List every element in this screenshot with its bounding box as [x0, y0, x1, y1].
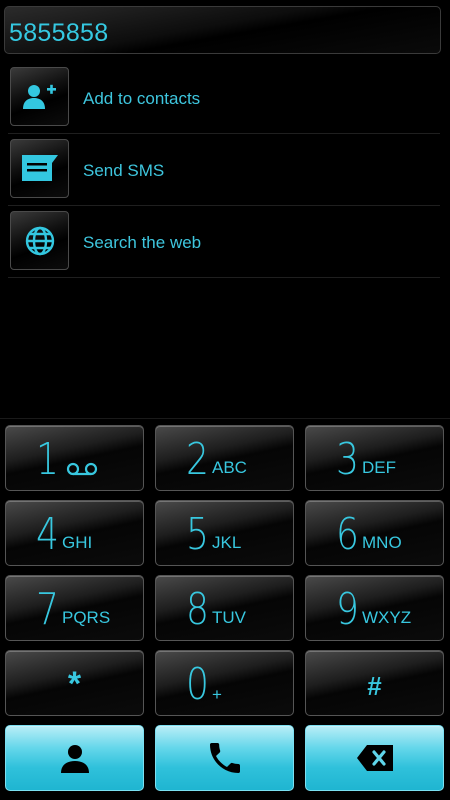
backspace-icon: [306, 726, 443, 790]
key-letters: GHI: [62, 533, 93, 552]
key-letters: WXYZ: [362, 608, 412, 627]
add-to-contacts-label: Add to contacts: [83, 89, 201, 108]
dialed-number: 5855858: [9, 19, 109, 47]
key-7[interactable]: 7 PQRS: [5, 575, 144, 641]
key-4[interactable]: 4 GHI: [5, 500, 144, 566]
key-digit: 0: [186, 659, 209, 710]
send-sms-item[interactable]: Send SMS: [8, 134, 440, 206]
key-8[interactable]: 8 TUV: [155, 575, 294, 641]
key-3[interactable]: 3 DEF: [305, 425, 444, 491]
key-letters: +: [212, 685, 222, 704]
key-star[interactable]: *: [5, 650, 144, 716]
key-letters: PQRS: [62, 608, 111, 627]
call-button[interactable]: [155, 725, 294, 791]
dialed-number-field[interactable]: 5855858: [4, 6, 441, 54]
key-digit: 3: [336, 434, 359, 485]
delete-button[interactable]: [305, 725, 444, 791]
key-digit: 4: [36, 509, 59, 560]
person-icon: [6, 726, 143, 790]
voicemail-icon: [66, 462, 98, 481]
add-contact-icon: [10, 67, 69, 126]
key-letters: DEF: [362, 458, 396, 477]
key-1[interactable]: 1: [5, 425, 144, 491]
key-digit: 2: [186, 434, 209, 485]
key-letters: ABC: [212, 458, 247, 477]
globe-icon: [10, 211, 69, 270]
key-symbol: *: [67, 665, 82, 703]
suggestion-list: Add to contacts Send SMS Search the web: [8, 62, 440, 278]
key-digit: 6: [336, 509, 359, 560]
phone-icon: [156, 726, 293, 790]
add-to-contacts-item[interactable]: Add to contacts: [8, 62, 440, 134]
key-digit: 7: [36, 584, 59, 635]
key-digit: 9: [336, 584, 359, 635]
key-0[interactable]: 0 +: [155, 650, 294, 716]
key-symbol: #: [367, 671, 382, 701]
key-digit: 1: [36, 434, 59, 485]
key-2[interactable]: 2 ABC: [155, 425, 294, 491]
key-letters: JKL: [212, 533, 242, 552]
message-icon: [10, 139, 69, 198]
key-pound[interactable]: #: [305, 650, 444, 716]
key-digit: 5: [186, 509, 209, 560]
key-9[interactable]: 9 WXYZ: [305, 575, 444, 641]
contacts-button[interactable]: [5, 725, 144, 791]
key-digit: 8: [186, 584, 209, 635]
search-web-item[interactable]: Search the web: [8, 206, 440, 278]
key-6[interactable]: 6 MNO: [305, 500, 444, 566]
key-letters: MNO: [362, 533, 402, 552]
key-5[interactable]: 5 JKL: [155, 500, 294, 566]
send-sms-label: Send SMS: [83, 161, 165, 180]
key-letters: TUV: [212, 608, 246, 627]
search-web-label: Search the web: [83, 233, 202, 252]
keypad-divider: [0, 418, 450, 419]
